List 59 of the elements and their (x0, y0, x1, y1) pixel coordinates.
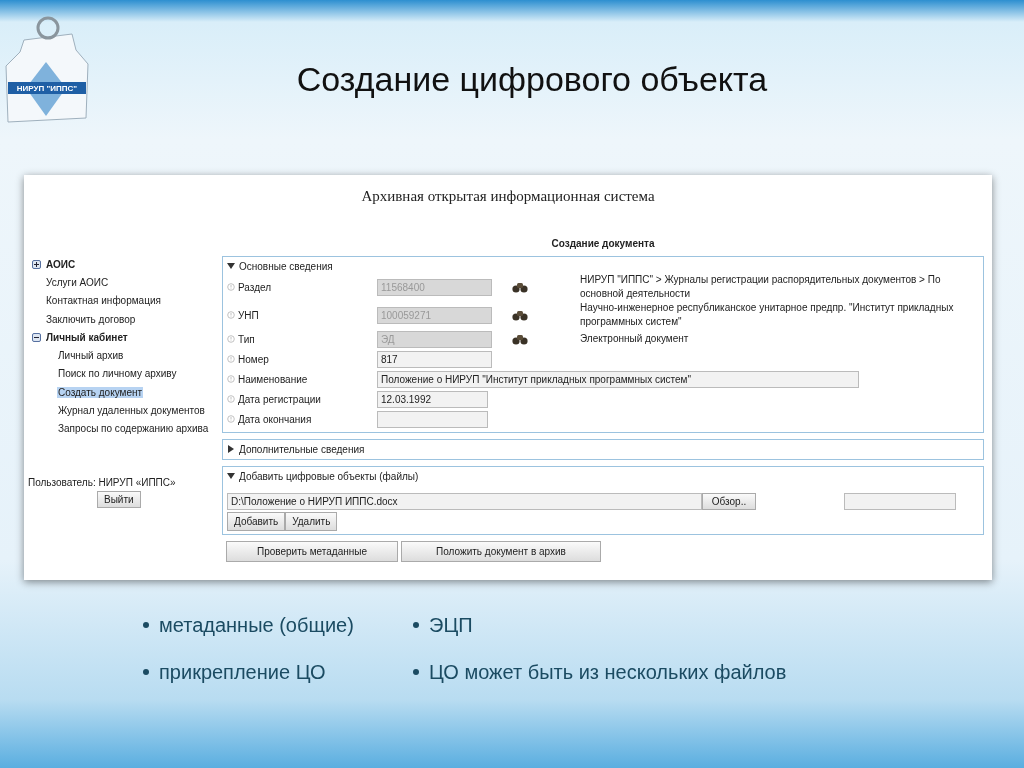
file-path-field[interactable]: D:\Положение о НИРУП ИППС.docx (227, 493, 702, 510)
field-label: Тип (238, 333, 255, 345)
collapse-icon[interactable] (32, 332, 41, 342)
collapse-triangle-icon[interactable] (227, 262, 235, 270)
sidebar-item[interactable]: Создать документ (57, 386, 144, 398)
slide-title: Создание цифрового объекта (295, 60, 768, 100)
logout-button[interactable]: Выйти (97, 490, 141, 508)
help-icon[interactable] (227, 311, 235, 319)
field-label: Номер (238, 353, 269, 365)
field-description: НИРУП "ИППС" > Журналы регистрации распорядительных документов > По основной деятельности (580, 273, 942, 301)
sidebar-item[interactable]: Личный кабинет (45, 331, 129, 343)
sidebar-item[interactable]: Поиск по личному архиву (57, 368, 178, 380)
sidebar-item[interactable]: Заключить договор (45, 313, 137, 325)
user-label: Пользователь: НИРУП «ИППС» (28, 476, 176, 488)
field-description: Научно-инженерное республиканское унитарное предпр. "Институт прикладных программных систем" (580, 301, 955, 329)
sidebar-item[interactable]: Контактная информация (45, 295, 162, 307)
sidebar-item[interactable]: Услуги АОИС (45, 276, 110, 288)
bullet-icon (143, 622, 149, 628)
expand-triangle-icon[interactable] (227, 445, 235, 453)
bullet-text: прикрепление ЦО (159, 660, 326, 685)
collapse-triangle-icon[interactable] (227, 472, 235, 480)
section-title[interactable]: Добавить цифровые объекты (файлы) (239, 470, 419, 482)
bullet-text: ЦО может быть из нескольких файлов (429, 660, 787, 685)
help-icon[interactable] (227, 375, 235, 383)
input-field[interactable] (377, 410, 488, 428)
browse-button[interactable]: Обзор.. (702, 493, 756, 510)
bullet-icon (413, 622, 419, 628)
section-title[interactable]: Основные сведения (239, 260, 333, 272)
input-field[interactable] (844, 493, 956, 510)
sidebar-item[interactable]: Запросы по содержанию архива (57, 423, 210, 435)
sidebar-item[interactable]: Журнал удаленных документов (57, 405, 206, 416)
expand-icon[interactable] (32, 259, 41, 269)
help-icon[interactable] (227, 355, 235, 363)
help-icon[interactable] (227, 395, 235, 403)
bullet-icon (413, 669, 419, 675)
input-field[interactable]: 817 (377, 350, 492, 368)
bullet-text: метаданные (общие) (159, 613, 354, 638)
check-metadata-button[interactable]: Проверить метаданные (226, 541, 398, 562)
field-label: Дата окончания (238, 413, 312, 425)
help-icon[interactable] (227, 283, 235, 291)
help-icon[interactable] (227, 335, 235, 343)
app-header: Архивная открытая информационная система (361, 188, 655, 204)
bullet-icon (143, 669, 149, 675)
field-label: Раздел (238, 281, 272, 293)
delete-button[interactable]: Удалить (285, 512, 338, 531)
add-button[interactable]: Добавить (227, 512, 286, 531)
bullet-text: ЭЦП (429, 613, 473, 638)
field-label: Наименование (238, 373, 308, 385)
input-field[interactable]: 12.03.1992 (377, 390, 488, 408)
field-description: Электронный документ (580, 332, 690, 346)
field-label: УНП (238, 309, 259, 321)
help-icon[interactable] (227, 415, 235, 423)
field-label: Дата регистрации (238, 393, 321, 405)
sidebar-item[interactable]: АОИС (45, 258, 77, 270)
sidebar-item[interactable]: Личный архив (57, 350, 125, 362)
form-title: Создание документа (551, 238, 655, 249)
section-title[interactable]: Дополнительные сведения (239, 443, 365, 455)
input-field[interactable]: Положение о НИРУП "Институт прикладных программных систем" (377, 370, 859, 388)
archive-document-button[interactable]: Положить документ в архив (401, 541, 601, 562)
